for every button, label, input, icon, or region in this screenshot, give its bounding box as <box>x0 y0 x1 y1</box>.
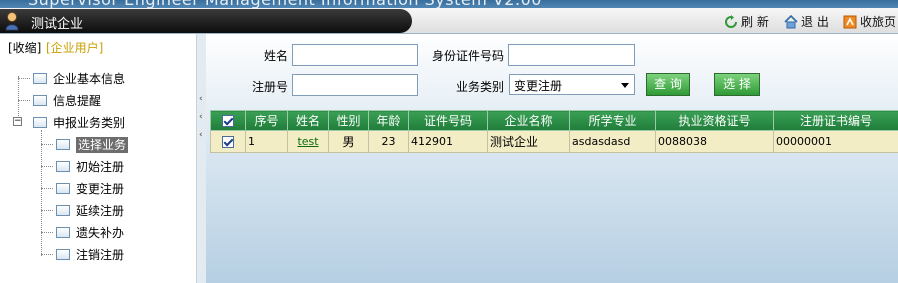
bookmark-icon <box>843 15 857 29</box>
tree-line <box>41 130 42 256</box>
document-icon <box>56 183 70 194</box>
name-label: 姓名 <box>264 49 289 63</box>
collapse-link[interactable]: [收缩] <box>8 39 41 56</box>
registration-no-label: 注册号 <box>252 80 289 94</box>
row-major: asdasdasd <box>569 130 656 153</box>
id-number-input[interactable] <box>508 44 635 66</box>
user-icon <box>5 12 19 31</box>
sidebar-item-renewal-registration[interactable]: 延续注册 <box>56 202 124 221</box>
column-header: 证件号码 <box>408 110 488 131</box>
home-icon <box>784 15 798 29</box>
app-banner-title: Supervisor Engineer Management Informati… <box>28 0 542 8</box>
table-row[interactable]: 1 test 男 23 412901 测试企业 asdasdasd 008803… <box>210 130 898 153</box>
table-header-row: 序号 姓名 性别 年龄 证件号码 企业名称 所学专业 执业资格证号 注册证书编号 <box>210 110 898 131</box>
results-table: 序号 姓名 性别 年龄 证件号码 企业名称 所学专业 执业资格证号 注册证书编号… <box>210 110 898 153</box>
app-banner: Supervisor Engineer Management Informati… <box>0 0 898 8</box>
logout-label: 退 出 <box>801 15 829 29</box>
business-type-select[interactable]: 变更注册 <box>509 74 635 95</box>
tree-line <box>41 144 53 145</box>
row-name-link[interactable]: test <box>297 135 318 148</box>
sidebar-item-company-info[interactable]: 企业基本信息 <box>33 70 125 89</box>
refresh-button[interactable]: 刷 新 <box>724 13 769 30</box>
row-select-cell[interactable] <box>210 130 246 153</box>
chevron-down-icon <box>621 83 629 88</box>
user-type-label: [企业用户] <box>46 41 104 55</box>
sidebar: [收缩] [企业用户] 企业基本信息 信息提醒 − 申报业务类别 选择业务 初始… <box>0 34 196 283</box>
id-number-label: 身份证件号码 <box>432 49 505 63</box>
row-name-cell: test <box>287 130 329 153</box>
row-age: 23 <box>368 130 409 153</box>
tree-line <box>41 232 53 233</box>
column-header: 所学专业 <box>569 110 656 131</box>
row-qualification-no: 0088038 <box>655 130 774 153</box>
tree-line <box>41 210 53 211</box>
row-id-number: 412901 <box>408 130 488 153</box>
tree-line <box>41 188 53 189</box>
business-type-value: 变更注册 <box>514 79 563 93</box>
sidebar-item-business-category[interactable]: 申报业务类别 <box>33 114 125 133</box>
sidebar-item-cancel-registration[interactable]: 注销注册 <box>56 246 124 265</box>
registration-no-input[interactable] <box>292 74 418 96</box>
query-button[interactable]: 查 询 <box>646 73 690 96</box>
document-icon <box>33 73 47 84</box>
refresh-label: 刷 新 <box>741 15 769 29</box>
row-certificate-no: 00000001 <box>773 130 898 153</box>
sidebar-item-initial-registration[interactable]: 初始注册 <box>56 158 124 177</box>
title-bar: 测试企业 刷 新 退 出 收旅页 <box>0 8 898 34</box>
tree-line <box>18 78 30 79</box>
document-icon <box>33 95 47 106</box>
row-checkbox[interactable] <box>222 136 234 148</box>
column-header: 序号 <box>245 110 288 131</box>
sidebar-item-select-business[interactable]: 选择业务 <box>56 136 129 155</box>
chevron-left-icon[interactable]: ‹ <box>199 130 203 140</box>
name-input[interactable] <box>292 44 418 66</box>
select-all-header[interactable] <box>210 110 246 131</box>
row-gender: 男 <box>328 130 369 153</box>
tree-line <box>41 166 53 167</box>
sidebar-splitter[interactable]: ‹ ‹ ‹ <box>196 34 206 283</box>
chevron-left-icon[interactable]: ‹ <box>199 94 203 104</box>
document-icon <box>56 161 70 172</box>
document-icon <box>56 205 70 216</box>
column-header: 性别 <box>328 110 369 131</box>
tree-collapse-toggle[interactable]: − <box>13 117 22 126</box>
row-company: 测试企业 <box>487 130 570 153</box>
row-no: 1 <box>245 130 288 153</box>
favorites-button[interactable]: 收旅页 <box>843 13 896 30</box>
select-all-checkbox[interactable] <box>222 115 234 127</box>
tree-line <box>18 100 30 101</box>
tree-line <box>41 254 53 255</box>
column-header: 执业资格证号 <box>655 110 774 131</box>
document-icon <box>56 227 70 238</box>
folder-open-icon <box>33 117 47 128</box>
column-header: 姓名 <box>287 110 329 131</box>
sidebar-item-loss-reissue[interactable]: 遗失补办 <box>56 224 124 243</box>
select-button[interactable]: 选 择 <box>714 73 760 96</box>
company-pill: 测试企业 <box>0 9 412 33</box>
sidebar-item-change-registration[interactable]: 变更注册 <box>56 180 124 199</box>
column-header: 注册证书编号 <box>773 110 898 131</box>
chevron-left-icon[interactable]: ‹ <box>199 112 203 122</box>
document-icon <box>56 249 70 260</box>
company-name: 测试企业 <box>31 17 84 32</box>
logout-button[interactable]: 退 出 <box>784 13 829 30</box>
business-type-label: 业务类别 <box>456 80 505 94</box>
main-panel: 姓名 身份证件号码 注册号 业务类别 变更注册 查 询 选 择 <box>206 34 898 283</box>
document-icon <box>56 139 70 150</box>
favorites-label: 收旅页 <box>860 15 897 29</box>
column-header: 年龄 <box>368 110 409 131</box>
refresh-icon <box>725 15 737 28</box>
column-header: 企业名称 <box>487 110 570 131</box>
sidebar-item-reminders[interactable]: 信息提醒 <box>33 92 101 111</box>
